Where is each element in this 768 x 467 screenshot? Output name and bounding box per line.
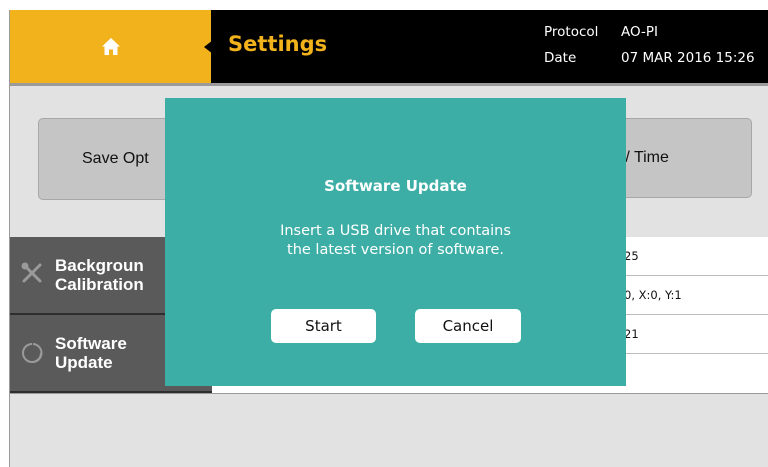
settings-screen: Settings Protocol AO-PI Date 07 MAR 2016… xyxy=(9,10,768,467)
protocol-label: Protocol xyxy=(544,24,599,40)
refresh-icon xyxy=(22,343,43,364)
software-update-dialog: Software Update Insert a USB drive that … xyxy=(165,98,626,386)
home-tab-pointer xyxy=(204,40,213,54)
start-button[interactable]: Start xyxy=(271,309,376,343)
header-bar: Settings Protocol AO-PI Date 07 MAR 2016… xyxy=(10,10,768,83)
menu-item-label-line1: Backgroun xyxy=(55,256,144,275)
menu-item-label-line1: Software xyxy=(55,334,127,353)
protocol-value: AO-PI xyxy=(621,24,658,40)
cancel-button[interactable]: Cancel xyxy=(415,309,521,343)
dialog-message: Insert a USB drive that contains the lat… xyxy=(165,222,626,260)
list-bottom-divider xyxy=(10,393,768,394)
save-options-label: Save Opt xyxy=(82,150,149,167)
menu-item-label-line2: Calibration xyxy=(55,275,144,294)
dialog-message-line1: Insert a USB drive that contains xyxy=(280,223,511,239)
value-text: 25 xyxy=(624,249,639,263)
page-title: Settings xyxy=(228,32,328,56)
home-button[interactable] xyxy=(10,10,211,83)
wrench-screwdriver-icon xyxy=(21,262,42,283)
date-value: 07 MAR 2016 15:26 xyxy=(621,50,755,66)
value-text: 21 xyxy=(624,327,639,341)
value-text: 0, X:0, Y:1 xyxy=(624,288,682,302)
header-divider xyxy=(10,83,768,86)
menu-item-label-line2: Update xyxy=(55,353,113,372)
date-label: Date xyxy=(544,50,577,66)
home-icon xyxy=(101,38,120,55)
dialog-message-line2: the latest version of software. xyxy=(287,242,504,258)
dialog-title: Software Update xyxy=(324,177,467,195)
